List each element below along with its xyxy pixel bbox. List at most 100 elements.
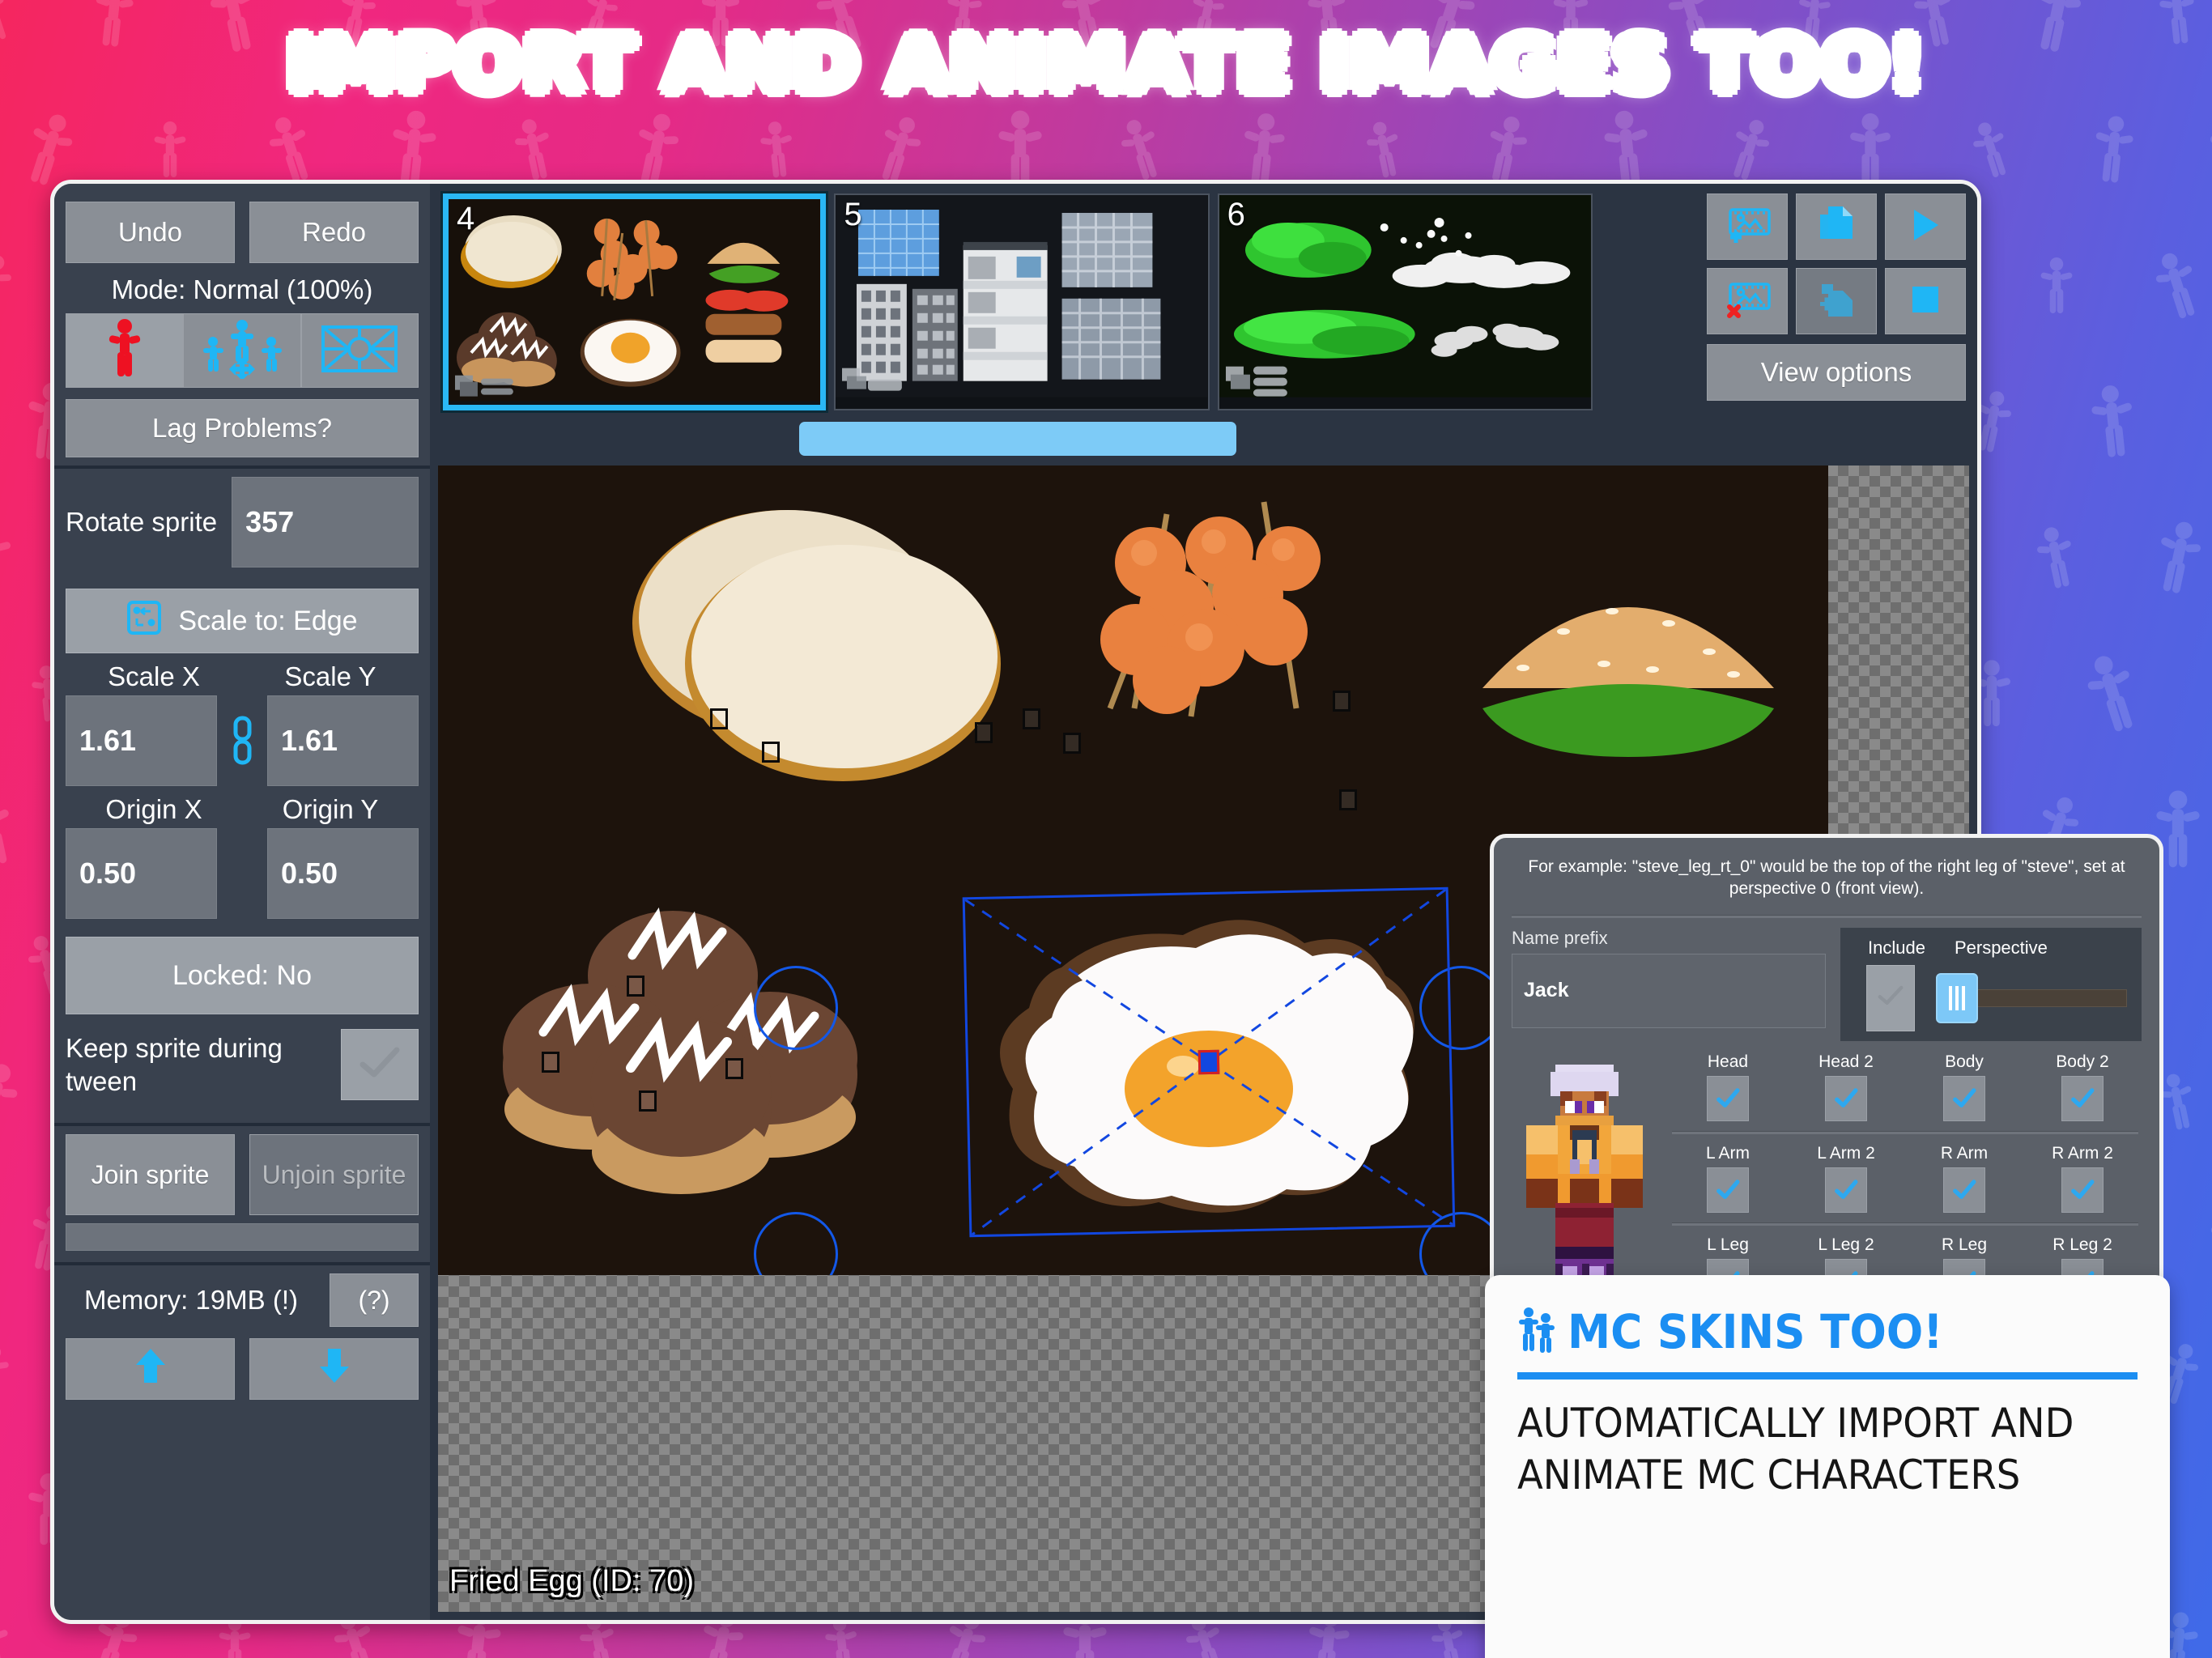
stop-button[interactable] — [1885, 268, 1966, 334]
mc-part-label: R Leg — [1941, 1235, 1988, 1254]
frame-thumbnail-4[interactable]: 4 — [443, 193, 827, 410]
perspective-slider[interactable] — [1936, 972, 2130, 1023]
scale-labels-row: Scale X Scale Y — [54, 653, 430, 695]
mode-single-button[interactable] — [66, 313, 184, 388]
sprite-list-bar[interactable] — [66, 1223, 419, 1251]
undo-button[interactable]: Undo — [66, 202, 235, 263]
mc-part-checkbox[interactable] — [1943, 1167, 1985, 1213]
rotate-sprite-input[interactable]: 357 — [232, 477, 419, 568]
mc-part-checkbox[interactable] — [2061, 1167, 2104, 1213]
sprite-anchor[interactable] — [762, 742, 780, 763]
locked-toggle[interactable]: Locked: No — [66, 937, 419, 1014]
mc-prefix-row: Name prefix Jack Include Perspective — [1494, 927, 2159, 1041]
mc-part-checkbox[interactable] — [1943, 1075, 1985, 1121]
scale-y-input[interactable]: 1.61 — [267, 695, 419, 786]
join-sprite-button[interactable]: Join sprite — [66, 1134, 235, 1215]
rotate-sprite-label: Rotate sprite — [66, 507, 218, 537]
mc-part-label: Body — [1945, 1052, 1984, 1071]
mc-part-checkbox[interactable] — [1707, 1075, 1749, 1121]
chain-link-icon[interactable] — [217, 715, 267, 767]
check-icon — [1835, 1087, 1858, 1107]
origin-handle[interactable] — [1197, 1049, 1220, 1075]
scale-x-input[interactable]: 1.61 — [66, 695, 217, 786]
delete-frame-icon — [1723, 281, 1772, 322]
frame-thumbnail-5[interactable]: 5 — [834, 193, 1210, 410]
include-checkbox[interactable] — [1866, 964, 1915, 1031]
delete-frame-button[interactable] — [1707, 268, 1788, 334]
mc-part-checkbox[interactable] — [1707, 1167, 1749, 1213]
copy-pages-icon — [1817, 205, 1856, 249]
sprite-anchor[interactable] — [1023, 708, 1040, 729]
sprite-anchor[interactable] — [975, 722, 993, 743]
multi-stickman-move-icon — [200, 319, 284, 383]
mc-part-checkbox[interactable] — [2061, 1075, 2104, 1121]
scale-to-button[interactable]: Scale to: Edge — [66, 589, 419, 653]
mode-multi-button[interactable] — [183, 313, 301, 388]
keep-sprite-row: Keep sprite during tween — [54, 1014, 430, 1100]
scale-y-label: Scale Y — [284, 661, 376, 691]
sprite-anchor[interactable] — [639, 1090, 657, 1112]
mc-help-text: For example: "steve_leg_rt_0" would be t… — [1528, 857, 2125, 899]
mc-callout-body: AUTOMATICALLY IMPORT AND ANIMATE MC CHAR… — [1517, 1400, 2074, 1499]
mc-divider-1 — [1512, 914, 2142, 918]
origin-x-input[interactable]: 0.50 — [66, 828, 217, 919]
sprite-anchor[interactable] — [710, 708, 728, 729]
mc-include-perspective-group: Include Perspective — [1840, 927, 2142, 1041]
mc-part-r-arm: R Arm — [1905, 1144, 2023, 1213]
play-button[interactable] — [1885, 193, 1966, 260]
move-up-button[interactable] — [66, 1338, 235, 1400]
toolbar-grid — [1707, 193, 1966, 334]
stop-square-icon — [1910, 284, 1941, 319]
sprite-anchor[interactable] — [1333, 691, 1351, 712]
left-sidebar: Undo Redo Mode: Normal (100%) Lag Proble… — [54, 184, 430, 1620]
mc-callout-heading-row: MC SKINS TOO! — [1517, 1304, 2138, 1359]
arrow-down-icon — [318, 1347, 351, 1391]
mc-prefix-input[interactable]: Jack — [1512, 953, 1826, 1028]
mc-part-label: L Arm — [1705, 1143, 1750, 1163]
paste-frame-button[interactable] — [1796, 268, 1877, 334]
mc-parts-row: Head Head 2 Body Body 2 — [1669, 1052, 2142, 1121]
single-stickman-icon — [106, 318, 143, 383]
mc-part-checkbox[interactable] — [1825, 1075, 1867, 1121]
unjoin-sprite-button[interactable]: Unjoin sprite — [249, 1134, 419, 1215]
keep-sprite-checkbox[interactable] — [341, 1029, 419, 1100]
view-options-button[interactable]: View options — [1707, 344, 1966, 401]
origin-fields-row: 0.50 0.50 — [54, 828, 430, 919]
frame-number-6: 6 — [1227, 197, 1245, 232]
check-icon — [2071, 1087, 2095, 1107]
redo-button[interactable]: Redo — [249, 202, 419, 263]
sidebar-divider-3 — [54, 1262, 430, 1265]
sprite-anchor[interactable] — [1339, 789, 1357, 810]
mode-camera-button[interactable] — [300, 313, 419, 388]
mc-parts-row: L Arm L Arm 2 R Arm R Arm 2 — [1669, 1144, 2142, 1213]
frame-thumbnail-6[interactable]: 6 — [1217, 193, 1593, 410]
perspective-slider-knob[interactable] — [1936, 972, 1978, 1023]
mc-part-l-arm-2: L Arm 2 — [1787, 1144, 1905, 1213]
reorder-row — [54, 1327, 430, 1400]
sprite-anchor[interactable] — [1063, 733, 1081, 754]
timeline-scrollbar-thumb[interactable] — [799, 422, 1236, 456]
mc-part-checkbox[interactable] — [1825, 1167, 1867, 1213]
mc-import-panel: For example: "steve_leg_rt_0" would be t… — [1490, 834, 2163, 1303]
move-down-button[interactable] — [249, 1338, 419, 1400]
lag-problems-button[interactable]: Lag Problems? — [66, 399, 419, 457]
scale-fields-row: 1.61 1.61 — [54, 695, 430, 786]
timeline-scrollbar[interactable] — [443, 420, 1593, 457]
sprite-anchor[interactable] — [542, 1052, 559, 1073]
stickman-wallpaper-figure — [756, 120, 798, 181]
mc-part-label: Head — [1707, 1052, 1749, 1071]
stickman-wallpaper-figure — [2088, 114, 2138, 188]
rotate-handle-circle[interactable] — [754, 966, 838, 1050]
origin-y-input[interactable]: 0.50 — [267, 828, 419, 919]
add-frame-button[interactable] — [1707, 193, 1788, 260]
mc-prefix-group: Name prefix Jack — [1512, 928, 1826, 1041]
sprite-anchor[interactable] — [725, 1058, 743, 1079]
check-icon — [2071, 1179, 2095, 1199]
mc-part-body: Body — [1905, 1052, 2023, 1121]
mc-part-label: R Leg 2 — [2052, 1235, 2112, 1254]
copy-frame-button[interactable] — [1796, 193, 1877, 260]
sprite-selection-box[interactable] — [962, 886, 1456, 1238]
origin-labels-row: Origin X Origin Y — [54, 786, 430, 828]
sprite-anchor[interactable] — [627, 976, 644, 997]
memory-help-button[interactable]: (?) — [330, 1273, 419, 1327]
